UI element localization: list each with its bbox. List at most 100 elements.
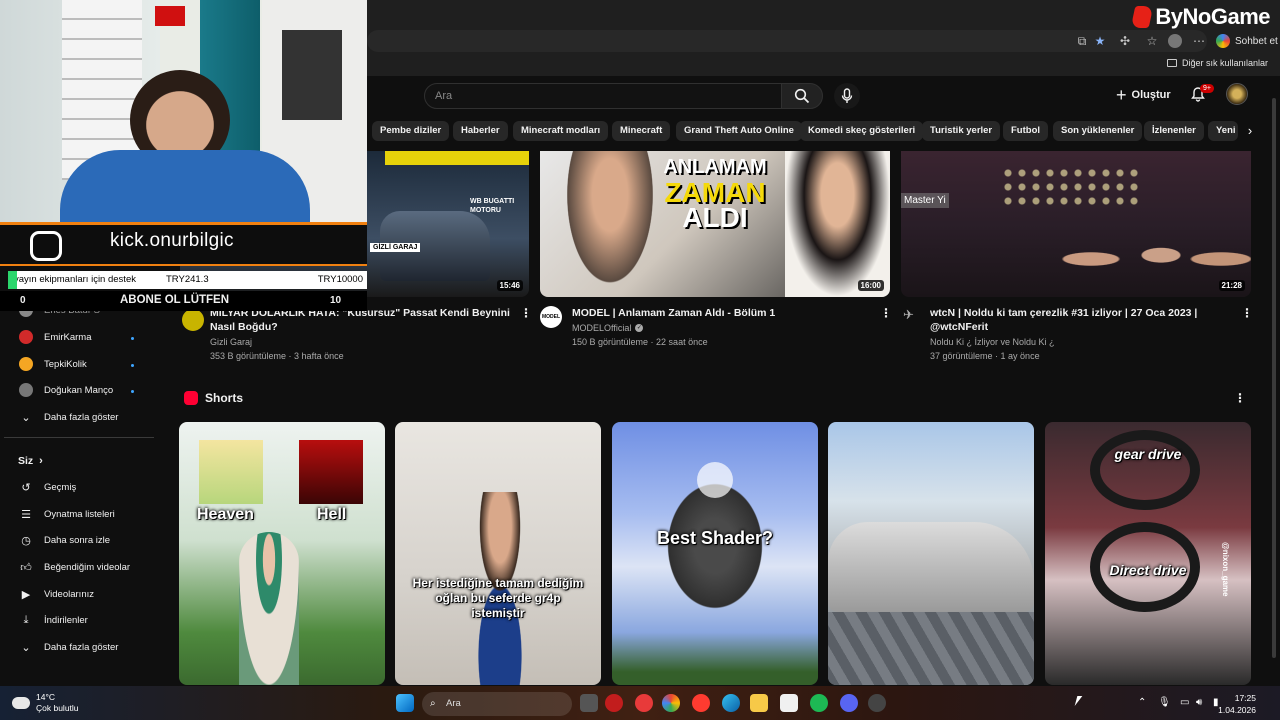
liked-icon: 👍︎ [20, 561, 32, 574]
search-button[interactable] [781, 83, 823, 109]
chip-filter[interactable]: Son yüklenenler [1053, 121, 1143, 141]
chip-filter[interactable]: Grand Theft Auto Online [676, 121, 802, 141]
short-card[interactable]: Heaven Hell [179, 422, 385, 685]
sidebar-you-header[interactable]: Siz › [18, 450, 43, 472]
channel-name[interactable]: Gizli Garaj [210, 335, 252, 349]
chip-filter[interactable]: Turistik yerler [922, 121, 1001, 141]
sidebar-sub-item[interactable]: EmirKarma [18, 326, 92, 348]
more-actions-icon[interactable]: ⋮ [880, 306, 892, 320]
voice-search-button[interactable] [834, 83, 860, 109]
short-card[interactable]: Her istediğine tamam dediğim oğlan bu se… [395, 422, 601, 685]
show-more-subscriptions[interactable]: ⌄ Daha fazla göster [18, 406, 118, 428]
profile-icon[interactable] [1168, 34, 1182, 48]
channel-avatar-dot [19, 330, 33, 344]
chat-label: Sohbet et [1235, 35, 1278, 47]
sidebar-item-downloads[interactable]: ⤓ İndirilenler [18, 609, 88, 631]
chip-filter[interactable]: Komedi skeç gösterileri [800, 121, 924, 141]
brand-logo-text: ByNoGame [1155, 4, 1270, 29]
sidebar-sub-item[interactable]: Doğukan Manço [18, 379, 113, 401]
store-icon[interactable] [780, 694, 798, 712]
short-card[interactable]: Best Shader? [612, 422, 818, 685]
show-more-label: Daha fazla göster [44, 641, 119, 653]
app-icon[interactable] [635, 694, 653, 712]
more-actions-icon[interactable]: ⋮ [520, 306, 532, 320]
translate-icon[interactable]: ⧉ [1075, 34, 1089, 48]
subscriber-goal-bar: 0 ABONE OL LÜTFEN 10 [0, 291, 367, 311]
chip-filter[interactable]: İzlenenler [1144, 121, 1204, 141]
account-avatar[interactable] [1226, 83, 1248, 105]
webcam-overlay [0, 0, 367, 226]
taskbar-search-icon: ⌕ [430, 698, 436, 709]
sidebar-item-label: Geçmiş [44, 481, 77, 493]
windows-start-icon[interactable] [396, 694, 414, 712]
thumb-person-right [785, 151, 890, 297]
other-bookmarks-button[interactable]: Diğer sık kullanılanlar [1166, 58, 1268, 68]
yandex-icon[interactable] [692, 694, 710, 712]
taskbar-search[interactable]: Ara [422, 692, 572, 716]
chip-filter[interactable]: Haberler [453, 121, 508, 141]
chip-filter[interactable]: Pembe diziler [372, 121, 450, 141]
video-title[interactable]: wtcN | Noldu ki tam çerezlik #31 izliyor… [930, 306, 1230, 334]
video-title[interactable]: MODEL | Anlamam Zaman Aldı - Bölüm 1 [572, 306, 872, 320]
favorites-icon[interactable]: ☆ [1145, 34, 1159, 48]
thumb-banner [385, 151, 529, 165]
opera-icon[interactable] [605, 694, 623, 712]
discord-icon[interactable] [840, 694, 858, 712]
spotify-icon[interactable] [810, 694, 828, 712]
video-thumbnail[interactable]: ANLAMAM ZAMAN ALDI 16:00 [540, 151, 890, 297]
network-icon[interactable]: ▭ [1180, 697, 1189, 708]
volume-icon[interactable]: 🔊︎ [1196, 697, 1202, 708]
video-title-line: @wtcNFerit [930, 321, 989, 333]
chrome-icon[interactable] [662, 694, 680, 712]
short-card[interactable] [828, 422, 1034, 685]
sidebar-item-playlists[interactable]: ☰ Oynatma listeleri [18, 503, 115, 525]
chip-filter[interactable]: Yeni [1208, 121, 1238, 141]
chip-filter[interactable]: Minecraft modları [513, 121, 609, 141]
page-scrollbar[interactable] [1272, 98, 1276, 658]
microphone-tray-icon[interactable]: 🎙︎ [1158, 697, 1171, 708]
recording-app-icon[interactable] [868, 694, 886, 712]
short-caption: gear drive [1114, 446, 1182, 462]
weather-widget[interactable]: 14°C Çok bulutlu [12, 692, 79, 714]
channel-avatar [18, 356, 34, 372]
shorts-menu-icon[interactable]: ⋮ [1234, 391, 1246, 405]
channel-avatar[interactable] [182, 309, 204, 331]
you-label: Siz [18, 455, 34, 467]
extensions-icon[interactable]: ✣ [1118, 34, 1132, 48]
chip-filter[interactable]: Futbol [1003, 121, 1049, 141]
more-menu-icon[interactable]: ⋯ [1192, 34, 1206, 48]
channel-avatar[interactable]: MODEL [540, 306, 562, 328]
angel-statue [642, 482, 788, 642]
sidebar-item-watch-later[interactable]: ◷ Daha sonra izle [18, 529, 110, 551]
tray-chevron-icon[interactable]: ⌃ [1138, 697, 1146, 708]
task-view-icon[interactable] [580, 694, 598, 712]
chat-button[interactable]: Sohbet et [1216, 32, 1278, 50]
chip-filter[interactable]: Minecraft [612, 121, 671, 141]
edge-icon[interactable] [722, 694, 740, 712]
more-actions-icon[interactable]: ⋮ [1241, 306, 1253, 320]
sidebar-item-history[interactable]: ↺ Geçmiş [18, 476, 76, 498]
file-explorer-icon[interactable] [750, 694, 768, 712]
sidebar-item-liked[interactable]: 👍︎ Beğendiğim videolar [18, 556, 130, 578]
sidebar-sub-item[interactable]: TepkiKolik [18, 353, 87, 375]
chevron-right-icon[interactable]: › [1240, 121, 1260, 141]
channel-name[interactable]: MODELOfficial [572, 321, 631, 335]
bookmark-star-icon[interactable]: ★ [1093, 34, 1107, 48]
short-card[interactable]: gear drive Direct drive @nixon_game [1045, 422, 1251, 685]
wheel-top [1090, 430, 1200, 510]
sub-goal-prompt: ABONE OL LÜTFEN [120, 294, 230, 306]
clock-date: 1.04.2026 [1218, 705, 1256, 715]
your-videos-icon: ▶ [21, 588, 31, 601]
taskbar-clock[interactable]: 17:25 1.04.2026 [1218, 692, 1256, 716]
sidebar-item-your-videos[interactable]: ▶ Videolarınız [18, 583, 94, 605]
short-caption: Her istediğine tamam dediğim oğlan bu se… [412, 576, 584, 620]
video-stats: 353 B görüntüleme · 3 hafta önce [210, 351, 344, 361]
channel-avatar-icon[interactable]: ✈ [903, 307, 921, 325]
sidebar-item-label: Daha sonra izle [44, 534, 111, 546]
search-input[interactable]: Ara [424, 83, 782, 109]
cam-poster [282, 30, 342, 120]
create-button[interactable]: + Oluştur [1116, 85, 1171, 105]
channel-name[interactable]: Noldu Ki ¿ İzliyor ve Noldu Ki ¿ [930, 335, 1055, 349]
video-thumbnail[interactable]: Master Yi 21:28 [901, 151, 1251, 297]
show-more-you[interactable]: ⌄ Daha fazla göster [18, 636, 118, 658]
